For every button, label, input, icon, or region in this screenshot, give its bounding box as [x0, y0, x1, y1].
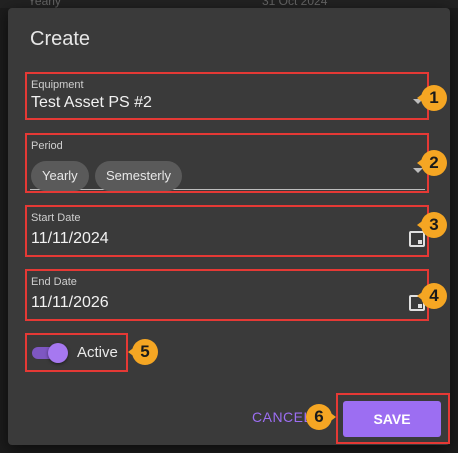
callout-badge-3: 3 [417, 210, 447, 240]
period-chip-semesterly[interactable]: Semesterly [95, 161, 183, 191]
start-date-value: 11/11/2024 [31, 230, 109, 247]
background-table-row: Yearly 31 Oct 2024 [0, 0, 458, 8]
period-chip-yearly[interactable]: Yearly [31, 161, 89, 191]
end-date-value: 11/11/2026 [31, 294, 109, 311]
dialog-title: Create [30, 28, 91, 50]
background-period-text: Yearly [28, 0, 61, 8]
end-date-field[interactable]: End Date 11/11/2026 [30, 275, 425, 320]
save-button[interactable]: SAVE [343, 401, 441, 437]
create-dialog: Create Equipment Test Asset PS #2 Period… [8, 8, 450, 445]
toggle-thumb [48, 343, 68, 363]
callout-badge-1: 1 [417, 83, 447, 113]
equipment-label: Equipment [31, 79, 84, 91]
period-label: Period [31, 140, 63, 152]
equipment-value: Test Asset PS #2 [31, 94, 152, 111]
callout-badge-5: 5 [128, 337, 158, 367]
start-date-field[interactable]: Start Date 11/11/2024 [30, 211, 425, 256]
background-date-text: 31 Oct 2024 [262, 0, 328, 8]
callout-badge-2: 2 [417, 148, 447, 178]
period-select[interactable]: Period Yearly Semesterly [30, 139, 425, 191]
active-label: Active [77, 344, 118, 361]
end-date-label: End Date [31, 276, 77, 288]
callout-badge-6: 6 [306, 402, 336, 432]
start-date-label: Start Date [31, 212, 81, 224]
cancel-button[interactable]: CANCEL [252, 409, 312, 425]
active-toggle[interactable] [30, 343, 70, 363]
equipment-select[interactable]: Equipment Test Asset PS #2 [30, 78, 425, 119]
callout-badge-4: 4 [417, 281, 447, 311]
